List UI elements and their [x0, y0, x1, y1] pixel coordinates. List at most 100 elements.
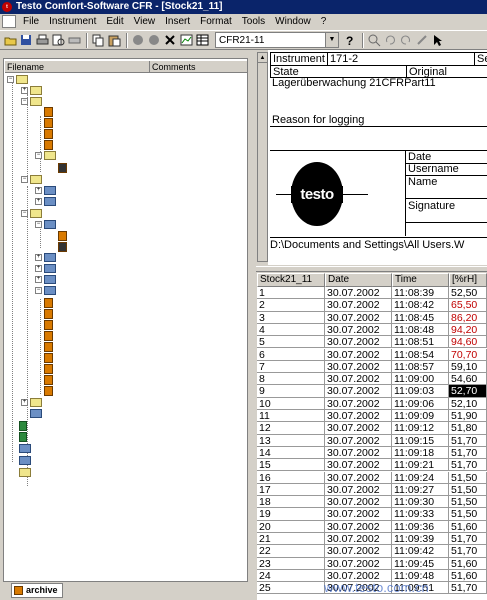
close-x-icon[interactable] — [163, 33, 177, 47]
cell-humidity[interactable]: 59,10 — [449, 360, 487, 374]
cell-humidity[interactable]: 51,50 — [449, 471, 487, 484]
cell-time[interactable]: 11:08:51 — [392, 336, 449, 349]
cell-index[interactable]: 7 — [257, 360, 325, 374]
tree-node-file[interactable] — [44, 106, 53, 117]
column-header-humidity[interactable]: [%rH] — [449, 273, 487, 287]
cell-index[interactable]: 21 — [257, 533, 325, 546]
table-row[interactable]: 2 30.07.2002 11:08:42 65,50 — [257, 299, 487, 312]
cell-index[interactable]: 6 — [257, 348, 325, 361]
tree-node-folder[interactable]: + — [21, 397, 42, 408]
menu-window[interactable]: Window — [270, 14, 316, 29]
cell-time[interactable]: 11:09:45 — [392, 557, 449, 570]
cell-time[interactable]: 11:09:06 — [392, 397, 449, 410]
tree-node-folder[interactable]: − — [21, 174, 42, 185]
cell-index[interactable]: 23 — [257, 557, 325, 570]
cell-time[interactable]: 11:08:39 — [392, 287, 449, 300]
table-row[interactable]: 20 30.07.2002 11:09:36 51,60 — [257, 520, 487, 533]
tree-node-file[interactable] — [44, 330, 53, 341]
print-preview-icon[interactable] — [51, 33, 65, 47]
rotate-left-icon[interactable] — [383, 33, 397, 47]
cell-humidity[interactable]: 51,70 — [449, 533, 487, 546]
tree-node-folder[interactable]: − — [21, 96, 42, 107]
cell-time[interactable]: 11:09:33 — [392, 508, 449, 521]
cell-index[interactable]: 8 — [257, 373, 325, 386]
tree-node-folder[interactable]: + — [35, 196, 56, 207]
tree-node-file[interactable] — [44, 128, 53, 139]
print-icon[interactable] — [35, 33, 49, 47]
cell-date[interactable]: 30.07.2002 — [325, 557, 392, 570]
tree-node-device[interactable] — [19, 443, 31, 454]
cell-time[interactable]: 11:08:42 — [392, 299, 449, 312]
tree-node-folder[interactable]: + — [35, 252, 56, 263]
chevron-down-icon[interactable]: ▼ — [325, 33, 338, 47]
cell-date[interactable]: 30.07.2002 — [325, 446, 392, 460]
tree-node-device[interactable] — [19, 431, 27, 442]
table-row[interactable]: 1 30.07.2002 11:08:39 52,50 — [257, 287, 487, 300]
cell-humidity[interactable]: 51,50 — [449, 483, 487, 497]
scroll-up-icon[interactable]: ▲ — [258, 53, 267, 63]
help-icon[interactable]: ? — [343, 33, 357, 47]
table-row[interactable]: 11 30.07.2002 11:09:09 51,90 — [257, 410, 487, 423]
cell-index[interactable]: 3 — [257, 311, 325, 324]
cell-date[interactable]: 30.07.2002 — [325, 385, 392, 398]
cell-humidity[interactable]: 51,70 — [449, 545, 487, 558]
cell-time[interactable]: 11:08:57 — [392, 360, 449, 374]
tree-node-folder[interactable]: + — [21, 85, 42, 96]
paste-icon[interactable] — [107, 33, 121, 47]
cell-humidity[interactable]: 65,50 — [449, 299, 487, 312]
cell-humidity[interactable]: 94,20 — [449, 323, 487, 337]
cell-humidity[interactable]: 51,60 — [449, 557, 487, 570]
cell-index[interactable]: 5 — [257, 336, 325, 349]
cell-date[interactable]: 30.07.2002 — [325, 459, 392, 472]
column-header-time[interactable]: Time — [392, 273, 449, 287]
cursor-icon[interactable] — [431, 33, 445, 47]
pane-splitter-horizontal[interactable] — [256, 266, 487, 272]
cell-humidity[interactable]: 51,60 — [449, 569, 487, 583]
cell-date[interactable]: 30.07.2002 — [325, 496, 392, 509]
tree-node-folder[interactable]: − — [35, 285, 56, 296]
cell-index[interactable]: 2 — [257, 299, 325, 312]
testo-logo-icon[interactable]: t — [2, 2, 12, 12]
table-row[interactable]: 8 30.07.2002 11:09:00 54,60 — [257, 373, 487, 386]
tree-node-file[interactable] — [44, 352, 53, 363]
chart-icon[interactable] — [179, 33, 193, 47]
tree-node-folder[interactable]: + — [35, 274, 56, 285]
open-icon[interactable] — [3, 33, 17, 47]
cell-date[interactable]: 30.07.2002 — [325, 520, 392, 533]
table-row[interactable]: 17 30.07.2002 11:09:27 51,50 — [257, 483, 487, 497]
cell-date[interactable]: 30.07.2002 — [325, 311, 392, 324]
tree-node-folder[interactable]: + — [35, 263, 56, 274]
menu-file[interactable]: File — [18, 14, 44, 29]
cell-index[interactable]: 4 — [257, 323, 325, 337]
pane-splitter[interactable] — [248, 50, 256, 600]
cell-index[interactable]: 13 — [257, 434, 325, 447]
table-row[interactable]: 12 30.07.2002 11:09:12 51,80 — [257, 422, 487, 435]
menu-format[interactable]: Format — [195, 14, 237, 29]
rotate-right-icon[interactable] — [399, 33, 413, 47]
tree-node-file[interactable] — [44, 385, 53, 396]
cell-index[interactable]: 17 — [257, 483, 325, 497]
tab-archive[interactable]: archive — [11, 583, 63, 598]
column-header-comments[interactable]: Comments — [150, 61, 248, 73]
cell-time[interactable]: 11:08:54 — [392, 348, 449, 361]
tree-node-file[interactable] — [44, 139, 53, 150]
cell-time[interactable]: 11:09:42 — [392, 545, 449, 558]
table-row[interactable]: 6 30.07.2002 11:08:54 70,70 — [257, 348, 487, 361]
cell-date[interactable]: 30.07.2002 — [325, 397, 392, 410]
cell-humidity[interactable]: 51,70 — [449, 446, 487, 460]
cell-humidity[interactable]: 51,80 — [449, 422, 487, 435]
tree-node-file[interactable] — [44, 117, 53, 128]
cell-date[interactable]: 30.07.2002 — [325, 323, 392, 337]
table-row[interactable]: 22 30.07.2002 11:09:42 51,70 — [257, 545, 487, 558]
cell-date[interactable]: 30.07.2002 — [325, 299, 392, 312]
cell-time[interactable]: 11:09:27 — [392, 483, 449, 497]
tree-node-file[interactable] — [58, 241, 67, 252]
cell-time[interactable]: 11:09:09 — [392, 410, 449, 423]
cell-date[interactable]: 30.07.2002 — [325, 533, 392, 546]
measurement-table[interactable]: Stock21_11 Date Time [%rH] 1 30.07.2002 11… — [257, 273, 487, 600]
record-icon[interactable] — [131, 33, 145, 47]
cell-index[interactable]: 20 — [257, 520, 325, 533]
cell-index[interactable]: 12 — [257, 422, 325, 435]
table-row[interactable]: 16 30.07.2002 11:09:24 51,50 — [257, 471, 487, 484]
menu-view[interactable]: View — [129, 14, 161, 29]
